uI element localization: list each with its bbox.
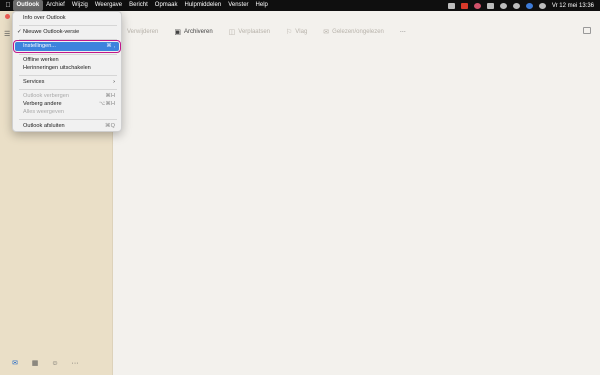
calendar-icon[interactable]: ▦: [31, 359, 39, 367]
apple-logo-icon[interactable]: : [3, 2, 13, 9]
menu-item-show-all[interactable]: Alles weergeven: [15, 108, 119, 117]
menu-item-new-outlook-label: Nieuwe Outlook-versie: [23, 29, 80, 35]
menu-separator: [19, 119, 117, 120]
menu-item-show-all-label: Alles weergeven: [23, 109, 65, 115]
menu-separator: [19, 89, 117, 90]
menu-item-settings-label: Instellingen...: [23, 43, 56, 49]
menu-item-quit-label: Outlook afsluiten: [23, 123, 65, 129]
menu-item-reminders-off-label: Herinneringen uitschakelen: [23, 65, 91, 71]
flag-icon: ⚐: [286, 29, 293, 36]
checkmark-icon: ✓: [17, 29, 22, 35]
search-icon[interactable]: [512, 2, 520, 9]
archive-icon: ▣: [174, 29, 181, 36]
menubar-item-outlook[interactable]: Outlook: [13, 0, 43, 11]
menubar-item-hulpmiddelen[interactable]: Hulpmiddelen: [181, 0, 225, 11]
main-pane: Verwijderen ▣ Archiveren ◫ Verplaatsen ⚐…: [113, 11, 600, 375]
menu-item-services-label: Services: [23, 79, 45, 85]
archive-label: Archiveren: [183, 29, 213, 35]
menubar-item-bericht[interactable]: Bericht: [126, 0, 152, 11]
menu-item-new-outlook[interactable]: ✓ Nieuwe Outlook-versie: [15, 28, 119, 37]
envelope-open-icon: ✉: [323, 29, 330, 36]
app-rose-icon[interactable]: [473, 2, 481, 9]
sidebar-toggle-icon[interactable]: [583, 27, 591, 34]
menu-item-settings[interactable]: Instellingen... ⌘ ,: [13, 40, 121, 53]
user-icon[interactable]: [538, 2, 546, 9]
more-icon[interactable]: ···: [71, 360, 79, 367]
close-window-button[interactable]: [5, 14, 10, 19]
delete-label: Verwijderen: [127, 29, 159, 35]
menubar-item-opmaak[interactable]: Opmaak: [151, 0, 181, 11]
menu-item-reminders-off[interactable]: Herinneringen uitschakelen: [15, 64, 119, 73]
move-label: Verplaatsen: [238, 29, 270, 35]
move-button[interactable]: ◫ Verplaatsen: [221, 28, 278, 36]
flag-button[interactable]: ⚐ Vlag: [278, 28, 315, 36]
toolbar-more-button[interactable]: ···: [392, 29, 414, 35]
menubar-clock[interactable]: Vr 12 mei 13:36: [552, 3, 594, 9]
mail-icon[interactable]: ✉: [11, 359, 19, 367]
message-toolbar: Verwijderen ▣ Archiveren ◫ Verplaatsen ⚐…: [113, 25, 600, 39]
chevron-right-icon: ›: [113, 79, 115, 85]
sidebar-bottom-nav: ✉ ▦ ☺ ···: [0, 359, 113, 368]
menu-separator: [19, 39, 117, 40]
menubar-item-weergave[interactable]: Weergave: [91, 0, 125, 11]
more-dots-label: ···: [399, 29, 406, 35]
menu-item-quit[interactable]: Outlook afsluiten ⌘Q: [15, 122, 119, 131]
archive-button[interactable]: ▣ Archiveren: [166, 28, 220, 36]
macos-menu-bar:  Outlook Archief Wijzig Weergave Berich…: [0, 0, 600, 11]
menu-separator: [19, 54, 117, 55]
menu-separator: [19, 25, 117, 26]
flag-label: Vlag: [295, 29, 308, 35]
wifi-icon[interactable]: [499, 2, 507, 9]
read-unread-button[interactable]: ✉ Gelezen/ongelezen: [315, 28, 392, 36]
menu-separator: [19, 75, 117, 76]
menubar-item-wijzig[interactable]: Wijzig: [68, 0, 91, 11]
menu-item-services[interactable]: Services ›: [15, 78, 119, 87]
settings-shortcut: ⌘ ,: [106, 43, 115, 49]
outlook-app-menu: Info over Outlook ✓ Nieuwe Outlook-versi…: [12, 11, 122, 132]
menu-item-about[interactable]: Info over Outlook: [15, 14, 119, 23]
read-unread-label: Gelezen/ongelezen: [332, 29, 384, 35]
control-center-icon[interactable]: [486, 2, 494, 9]
quit-shortcut: ⌘Q: [105, 123, 115, 129]
app-red-icon[interactable]: [460, 2, 468, 9]
dropbox-icon[interactable]: [447, 2, 455, 9]
menubar-item-archief[interactable]: Archief: [43, 0, 69, 11]
menubar-item-help[interactable]: Help: [252, 0, 271, 11]
hamburger-menu-icon[interactable]: ☰: [4, 30, 10, 38]
menu-item-about-label: Info over Outlook: [23, 15, 66, 21]
folder-move-icon: ◫: [228, 29, 236, 36]
people-icon[interactable]: ☺: [51, 360, 59, 367]
siri-icon[interactable]: [525, 2, 533, 9]
menubar-item-venster[interactable]: Venster: [225, 0, 252, 11]
